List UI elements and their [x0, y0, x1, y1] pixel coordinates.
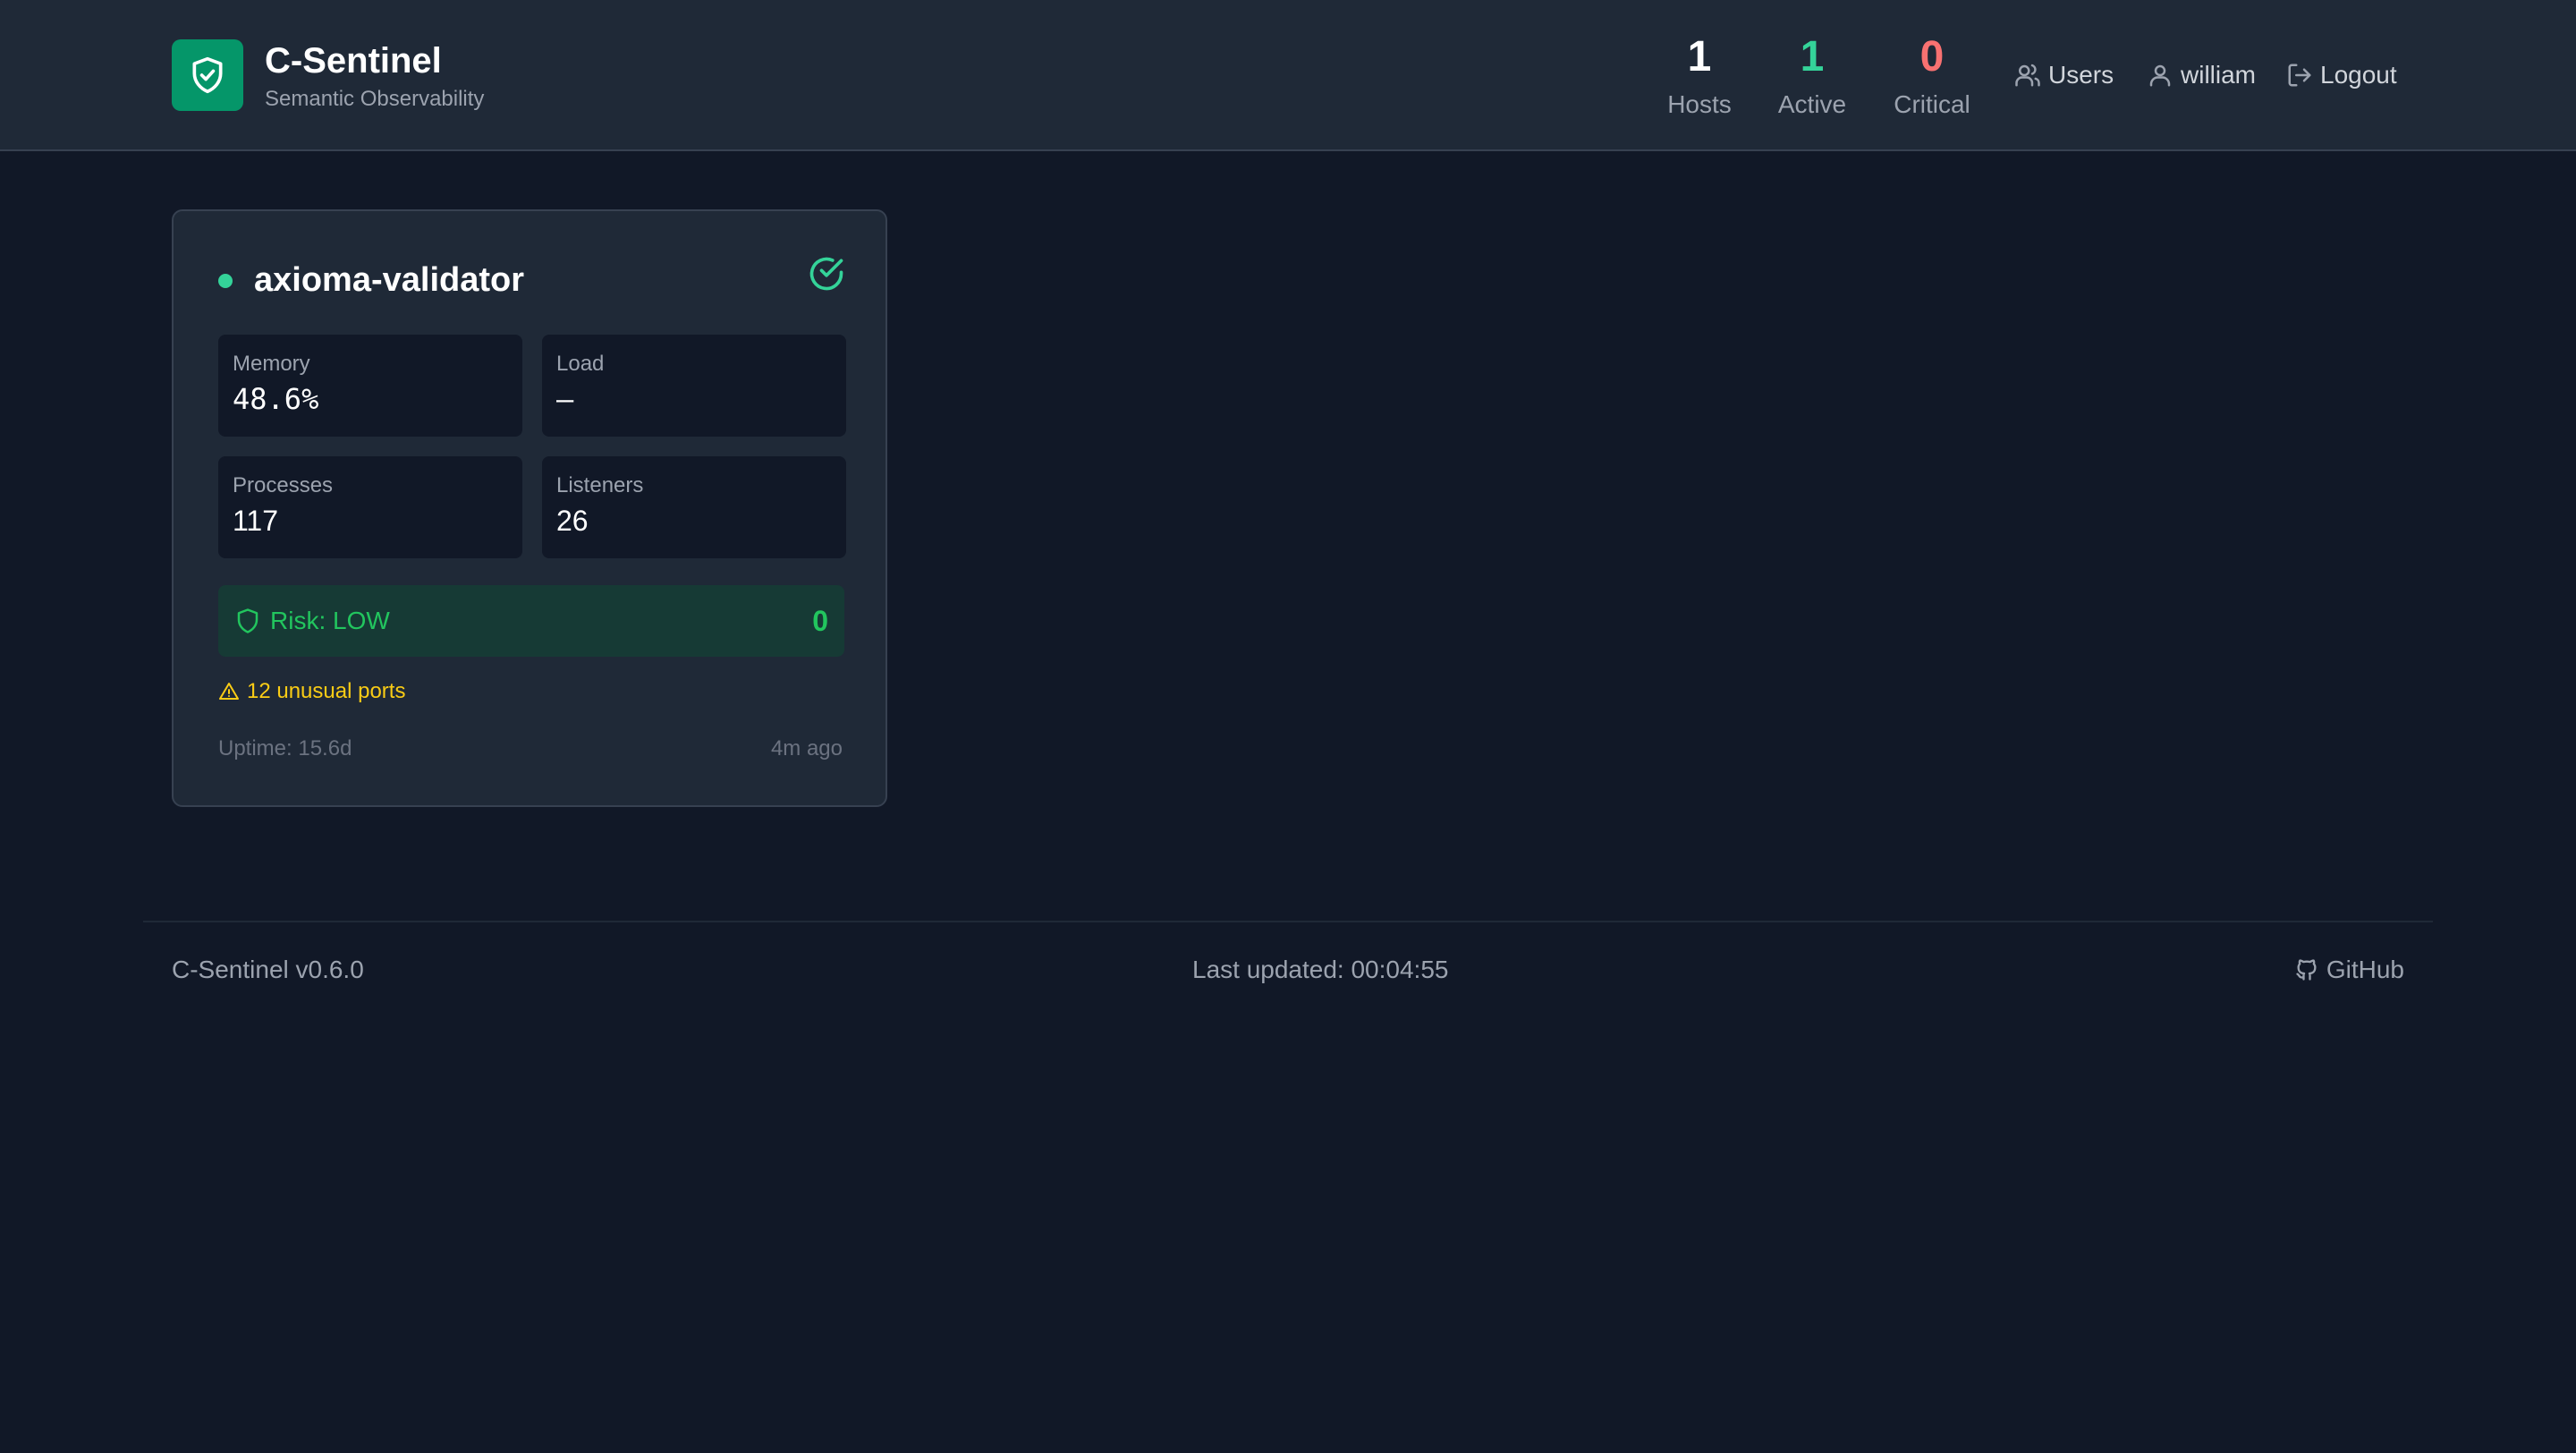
risk-label-text: Risk: LOW	[270, 607, 390, 634]
metric-processes-label: Processes	[233, 473, 334, 497]
warning-text: 12 unusual ports	[247, 679, 406, 703]
users-link-label: Users	[2048, 61, 2114, 89]
user-profile-link[interactable]: william	[2147, 59, 2256, 91]
shield-icon	[237, 608, 258, 633]
logout-icon	[2288, 64, 2311, 87]
unusual-ports-warning: 12 unusual ports	[218, 678, 405, 705]
stat-critical: 0 Critical	[1885, 32, 1979, 120]
stat-hosts-label: Hosts	[1667, 90, 1732, 118]
github-icon	[2296, 959, 2317, 981]
username-label: william	[2181, 61, 2256, 89]
shield-check-icon	[192, 56, 223, 94]
metric-processes: Processes 117	[218, 456, 522, 558]
user-icon	[2149, 64, 2171, 87]
uptime: Uptime: 15.6d	[218, 736, 352, 760]
metric-listeners-label: Listeners	[556, 473, 644, 497]
metric-listeners-value: 26	[556, 505, 589, 537]
warning-icon	[219, 683, 239, 700]
users-icon	[2015, 64, 2040, 87]
footer-version: C-Sentinel v0.6.0	[172, 956, 364, 983]
app-header: C-Sentinel Semantic Observability 1 Host…	[0, 0, 2576, 151]
metric-processes-value: 117	[233, 505, 279, 537]
footer-divider	[143, 921, 2433, 922]
stat-critical-value: 0	[1919, 33, 1945, 81]
host-card[interactable]: axioma-validator Memory 48.6% Load – Pro…	[172, 209, 887, 807]
footer-last-updated: Last updated: 00:04:55	[1192, 956, 1449, 983]
stat-active-label: Active	[1777, 90, 1847, 118]
logout-button[interactable]: Logout	[2286, 59, 2397, 91]
logo	[172, 39, 243, 111]
risk-bar: Risk: LOW 0	[218, 585, 844, 657]
metric-load: Load –	[542, 335, 846, 437]
risk-score: 0	[812, 605, 828, 637]
metric-load-value: –	[556, 382, 574, 416]
stat-active: 1 Active	[1771, 32, 1853, 120]
github-link[interactable]: GitHub	[2294, 954, 2404, 986]
metric-listeners: Listeners 26	[542, 456, 846, 558]
check-circle-icon	[809, 257, 843, 291]
stat-hosts-value: 1	[1687, 33, 1712, 81]
app-subtitle: Semantic Observability	[265, 87, 485, 111]
risk-label: Risk: LOW	[234, 605, 390, 637]
metric-memory-value: 48.6%	[233, 382, 319, 416]
users-link[interactable]: Users	[2014, 59, 2114, 91]
github-link-label: GitHub	[2326, 956, 2404, 983]
metric-memory: Memory 48.6%	[218, 335, 522, 437]
stat-active-value: 1	[1800, 33, 1825, 81]
metric-load-label: Load	[556, 352, 605, 376]
host-name: axioma-validator	[254, 261, 524, 299]
status-dot	[218, 274, 233, 288]
stat-hosts: 1 Hosts	[1658, 32, 1741, 120]
logout-label: Logout	[2320, 61, 2397, 89]
app-title: C-Sentinel	[265, 41, 442, 81]
metric-memory-label: Memory	[233, 352, 310, 376]
last-seen: 4m ago	[770, 736, 843, 760]
stat-critical-label: Critical	[1894, 90, 1970, 118]
